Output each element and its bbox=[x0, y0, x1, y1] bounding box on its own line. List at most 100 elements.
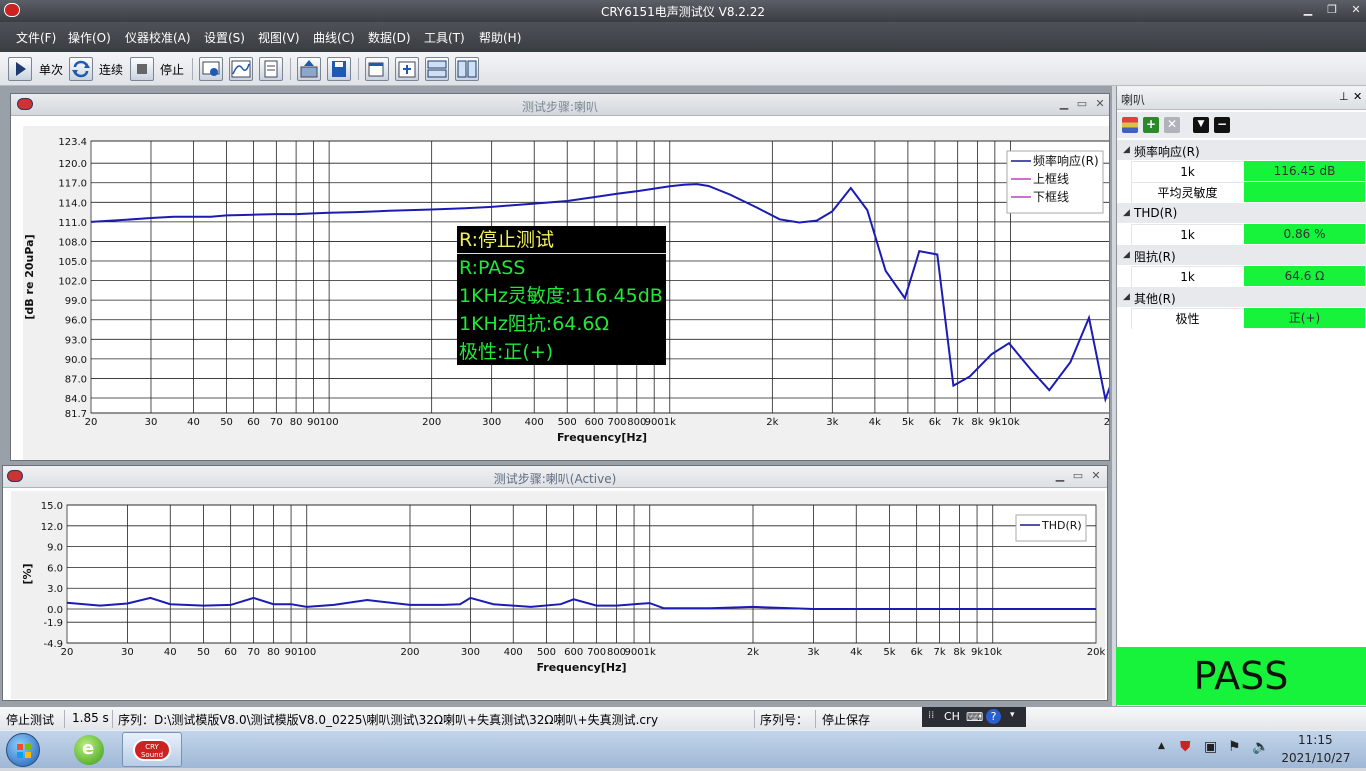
x-tick-label: 5k bbox=[883, 647, 895, 658]
pin-icon[interactable]: ⊥ bbox=[1339, 90, 1349, 103]
group-impedance[interactable]: ◢ 阻抗(R) bbox=[1117, 245, 1366, 265]
panel-close-icon[interactable]: ✕ bbox=[1089, 469, 1103, 482]
panel-close-icon[interactable]: ✕ bbox=[1093, 97, 1107, 110]
add-curve-button[interactable] bbox=[395, 57, 419, 81]
panel-restore-icon[interactable]: ▭ bbox=[1075, 97, 1089, 110]
stop-button[interactable] bbox=[130, 57, 154, 81]
collapse-arrow-icon[interactable]: ◢ bbox=[1123, 250, 1130, 260]
toolbar-separator bbox=[358, 58, 359, 80]
y-tick-label: 105.0 bbox=[58, 257, 87, 268]
keyboard-icon[interactable]: ⌨ bbox=[966, 710, 983, 724]
new-window-button[interactable] bbox=[365, 57, 389, 81]
ime-options-icon[interactable]: ▾ bbox=[1010, 710, 1015, 720]
collapse-all-icon[interactable]: − bbox=[1214, 117, 1230, 133]
open-file-button[interactable] bbox=[297, 57, 321, 81]
group-other[interactable]: ◢ 其他(R) bbox=[1117, 287, 1366, 307]
x-tick-label: 20k bbox=[1087, 647, 1105, 658]
group-frequency-response[interactable]: ◢ 频率响应(R) bbox=[1117, 140, 1366, 160]
panel-restore-icon[interactable]: ▭ bbox=[1071, 469, 1085, 482]
menu-data[interactable]: 数据(D) bbox=[368, 29, 411, 46]
volume-icon[interactable]: 🔈 bbox=[1252, 739, 1269, 755]
x-tick-label: 2k bbox=[766, 417, 778, 428]
clock-time[interactable]: 11:15 bbox=[1298, 733, 1333, 747]
flag-icon[interactable]: ⚑ bbox=[1228, 739, 1241, 755]
collapse-arrow-icon[interactable]: ◢ bbox=[1123, 292, 1130, 302]
close-icon[interactable]: ✕ bbox=[1353, 90, 1362, 103]
restore-icon[interactable]: ❐ bbox=[1324, 3, 1340, 16]
show-hidden-icons-icon[interactable]: ▲ bbox=[1158, 741, 1165, 751]
toolbar: 单次 连续 停止 bbox=[0, 52, 1366, 86]
result-row[interactable]: 平均灵敏度 bbox=[1117, 182, 1366, 203]
browser-e-icon: e bbox=[82, 738, 95, 759]
group-thd[interactable]: ◢ THD(R) bbox=[1117, 203, 1366, 223]
result-row[interactable]: 1k 64.6 Ω bbox=[1117, 266, 1366, 287]
tile-horizontal-button[interactable] bbox=[425, 57, 449, 81]
menu-calibration[interactable]: 仪器校准(A) bbox=[125, 29, 191, 46]
menu-tools[interactable]: 工具(T) bbox=[424, 29, 465, 46]
collapse-arrow-icon[interactable]: ◢ bbox=[1123, 208, 1130, 218]
x-tick-label: 7k bbox=[934, 647, 946, 658]
x-axis-label: Frequency[Hz] bbox=[536, 661, 626, 674]
sequence-edit-button[interactable] bbox=[259, 57, 283, 81]
result-row[interactable]: 1k 0.86 % bbox=[1117, 224, 1366, 245]
result-row[interactable]: 1k 116.45 dB bbox=[1117, 161, 1366, 182]
thd-chart[interactable]: 15.012.09.06.03.00.0-1.9-4.920 30 40 50 60 70… bbox=[11, 491, 1105, 699]
windows-logo-icon bbox=[17, 744, 31, 758]
single-run-button[interactable] bbox=[8, 57, 32, 81]
tile-vertical-button[interactable] bbox=[455, 57, 479, 81]
minimize-icon[interactable]: ▁ bbox=[1300, 3, 1316, 16]
x-tick-label: 400 bbox=[504, 647, 523, 658]
continuous-run-label[interactable]: 连续 bbox=[99, 61, 123, 78]
help-icon[interactable]: ? bbox=[986, 709, 1001, 724]
taskbar-app-cry-sound[interactable]: CRY Sound bbox=[122, 732, 182, 767]
delete-item-icon[interactable]: ✕ bbox=[1164, 117, 1180, 133]
y-tick-label: 96.0 bbox=[65, 316, 87, 327]
close-icon[interactable]: ✕ bbox=[1348, 3, 1364, 16]
menu-view[interactable]: 视图(V) bbox=[258, 29, 300, 46]
network-icon[interactable]: ▣ bbox=[1204, 739, 1217, 755]
continuous-run-button[interactable] bbox=[69, 57, 93, 81]
x-tick-label: 1k bbox=[644, 647, 656, 658]
add-item-icon[interactable]: + bbox=[1143, 117, 1159, 133]
curve-settings-button[interactable] bbox=[229, 57, 253, 81]
panel-minimize-icon[interactable]: ▁ bbox=[1057, 97, 1071, 110]
panel-title-bar[interactable]: 测试步骤:喇叭 ▁ ▭ ✕ bbox=[11, 94, 1109, 116]
menu-operation[interactable]: 操作(O) bbox=[68, 29, 111, 46]
y-tick-label: 123.4 bbox=[58, 137, 87, 148]
y-axis-label: [%] bbox=[21, 563, 34, 584]
single-run-label[interactable]: 单次 bbox=[39, 61, 63, 78]
collapse-arrow-icon[interactable]: ◢ bbox=[1123, 145, 1130, 155]
loop-icon bbox=[72, 60, 90, 78]
add-window-icon bbox=[368, 62, 384, 77]
thd-chart-frame: 15.0 12.0 9.0 6.0 3.0 0.0 -1.9 -4.9 20 30 40 50 60 70… bbox=[11, 491, 1105, 699]
y-tick-label: 15.0 bbox=[41, 501, 63, 512]
menu-settings[interactable]: 设置(S) bbox=[204, 29, 245, 46]
ime-language[interactable]: CH bbox=[944, 710, 960, 723]
y-tick-label: 12.0 bbox=[41, 522, 63, 533]
result-divider bbox=[457, 253, 666, 254]
menu-file[interactable]: 文件(F) bbox=[16, 29, 56, 46]
panel-minimize-icon[interactable]: ▁ bbox=[1053, 469, 1067, 482]
x-tick-label: 20 bbox=[85, 417, 98, 428]
ime-grip-icon[interactable]: ⁞⁞ bbox=[928, 710, 934, 721]
start-button[interactable] bbox=[6, 733, 40, 767]
stop-label[interactable]: 停止 bbox=[160, 61, 184, 78]
save-file-button[interactable] bbox=[327, 57, 351, 81]
result-sensitivity: 1KHz灵敏度:116.45dB bbox=[459, 285, 663, 307]
x-tick-label: 8k bbox=[953, 647, 965, 658]
menu-curve[interactable]: 曲线(C) bbox=[313, 29, 355, 46]
toolbar-separator bbox=[290, 58, 291, 80]
category-view-icon[interactable] bbox=[1122, 117, 1138, 133]
expand-all-icon[interactable]: ▼ bbox=[1193, 117, 1209, 133]
window-title: CRY6151电声测试仪 V8.2.22 bbox=[600, 5, 765, 19]
clock-date[interactable]: 2021/10/27 bbox=[1281, 751, 1351, 765]
menu-help[interactable]: 帮助(H) bbox=[479, 29, 521, 46]
y-tick-label: 9.0 bbox=[47, 543, 63, 554]
ime-bar: ⁞⁞ CH ⌨ ? ▾ bbox=[922, 707, 1026, 727]
shield-icon[interactable]: ⛊ bbox=[1180, 739, 1191, 755]
panel-title-bar-active[interactable]: 测试步骤:喇叭(Active) ▁ ▭ ✕ bbox=[3, 466, 1107, 488]
device-settings-button[interactable] bbox=[199, 57, 223, 81]
browser-app-icon[interactable]: e bbox=[74, 735, 104, 765]
result-row[interactable]: 极性 正(+) bbox=[1117, 308, 1366, 329]
x-tick-label: 60 bbox=[224, 647, 237, 658]
